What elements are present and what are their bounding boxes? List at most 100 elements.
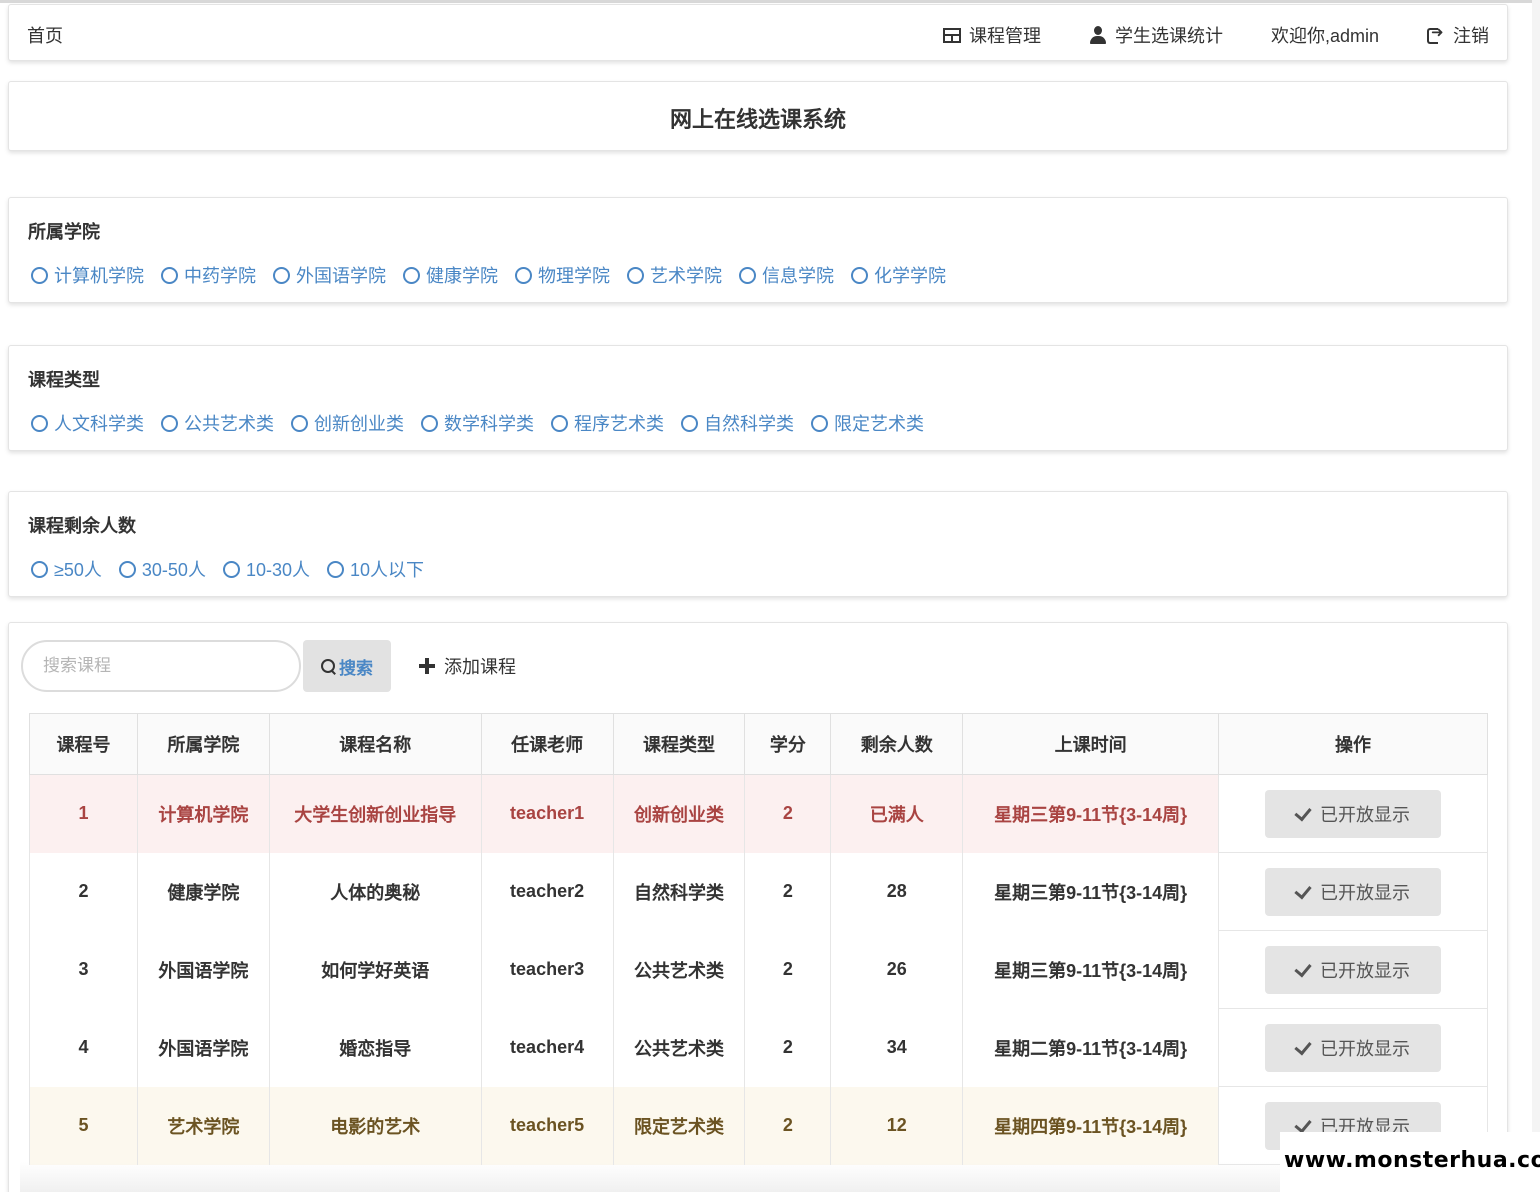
type-option[interactable]: 创新创业类: [291, 410, 404, 436]
cell-action: 已开放显示: [1218, 852, 1488, 931]
type-option-label: 创新创业类: [314, 414, 404, 434]
cell-credit: 2: [744, 1086, 832, 1165]
header-cell: 任课老师: [480, 713, 614, 775]
table-row: 4 外国语学院 婚恋指导 teacher4 公共艺术类 2 34 星期二第9-1…: [29, 1008, 1488, 1087]
user-icon: [1089, 26, 1107, 44]
cell-college: 健康学院: [136, 852, 270, 931]
nav-welcome: 欢迎你,admin: [1271, 22, 1379, 48]
radio-icon[interactable]: [161, 266, 178, 284]
cell-name: 人体的奥秘: [268, 852, 482, 931]
college-option[interactable]: 中药学院: [161, 262, 256, 288]
check-icon: [1296, 1119, 1312, 1132]
add-course-button[interactable]: 添加课程: [419, 653, 516, 679]
cell-type: 创新创业类: [612, 774, 746, 853]
cell-teacher: teacher1: [480, 774, 614, 853]
cell-teacher: teacher3: [480, 930, 614, 1009]
college-option[interactable]: 化学学院: [851, 262, 946, 288]
type-option[interactable]: 限定艺术类: [811, 410, 924, 436]
radio-icon[interactable]: [681, 414, 698, 432]
radio-icon[interactable]: [515, 266, 532, 284]
college-option[interactable]: 艺术学院: [627, 262, 722, 288]
college-option[interactable]: 信息学院: [739, 262, 834, 288]
type-option[interactable]: 人文科学类: [31, 410, 144, 436]
college-filter-panel: 所属学院 计算机学院 中药学院 外国语学院 健康学院 物理学院 艺术学院 信息学…: [8, 197, 1508, 303]
table-row: 1 计算机学院 大学生创新创业指导 teacher1 创新创业类 2 已满人 星…: [29, 774, 1488, 853]
radio-icon[interactable]: [291, 414, 308, 432]
cell-college: 艺术学院: [136, 1086, 270, 1165]
college-option-label: 外国语学院: [296, 266, 386, 286]
college-option[interactable]: 健康学院: [403, 262, 498, 288]
college-option-label: 艺术学院: [650, 266, 722, 286]
cell-college: 计算机学院: [136, 774, 270, 853]
cell-time: 星期三第9-11节{3-14周}: [962, 774, 1220, 853]
radio-icon[interactable]: [31, 414, 48, 432]
cell-credit: 2: [744, 774, 832, 853]
open-display-button[interactable]: 已开放显示: [1265, 945, 1442, 994]
radio-icon[interactable]: [222, 560, 240, 578]
nav-logout[interactable]: 注销: [1427, 22, 1489, 48]
watermark: www.monsterhua.com: [1280, 1132, 1540, 1192]
radio-icon[interactable]: [739, 266, 756, 284]
cell-id: 3: [29, 930, 138, 1009]
course-list-panel: 搜索 添加课程 课程号 所属学院 课程名称 任课老师 课程类型 学分 剩余人数: [8, 622, 1508, 1192]
cell-type: 公共艺术类: [612, 930, 746, 1009]
search-input[interactable]: [21, 640, 301, 692]
type-option[interactable]: 数学科学类: [421, 410, 534, 436]
check-icon: [1296, 963, 1312, 976]
cell-credit: 2: [744, 930, 832, 1009]
search-button[interactable]: 搜索: [303, 640, 391, 692]
remaining-filter-options: ≥50人 30-50人 10-30人 10人以下: [31, 556, 424, 582]
radio-icon[interactable]: [161, 414, 178, 432]
type-option[interactable]: 公共艺术类: [161, 410, 274, 436]
cell-remaining: 已满人: [830, 774, 964, 853]
cell-time: 星期四第9-11节{3-14周}: [962, 1086, 1220, 1165]
remaining-option[interactable]: 10-30人: [222, 556, 310, 582]
radio-icon[interactable]: [273, 266, 290, 284]
search-button-label: 搜索: [339, 658, 373, 678]
remaining-option[interactable]: ≥50人: [31, 556, 102, 582]
scrollbar-track[interactable]: [1532, 0, 1540, 1192]
radio-icon[interactable]: [851, 266, 868, 284]
nav-course-manage[interactable]: 课程管理: [942, 22, 1041, 48]
radio-icon[interactable]: [327, 560, 344, 578]
open-display-button[interactable]: 已开放显示: [1265, 789, 1442, 838]
radio-icon[interactable]: [811, 414, 828, 432]
check-icon: [1296, 1041, 1312, 1054]
page-title: 网上在线选课系统: [669, 107, 846, 132]
college-option[interactable]: 物理学院: [515, 262, 610, 288]
remaining-option[interactable]: 10人以下: [327, 556, 424, 582]
cell-name: 电影的艺术: [268, 1086, 482, 1165]
radio-icon[interactable]: [551, 414, 568, 432]
remaining-option[interactable]: 30-50人: [118, 556, 206, 582]
college-option[interactable]: 外国语学院: [273, 262, 386, 288]
table-icon: [942, 27, 961, 43]
radio-icon[interactable]: [627, 266, 644, 284]
table-row: 3 外国语学院 如何学好英语 teacher3 公共艺术类 2 26 星期三第9…: [29, 930, 1488, 1009]
cell-id: 5: [29, 1086, 138, 1165]
table-row: 2 健康学院 人体的奥秘 teacher2 自然科学类 2 28 星期三第9-1…: [29, 852, 1488, 931]
college-option[interactable]: 计算机学院: [31, 262, 144, 288]
open-display-button[interactable]: 已开放显示: [1265, 1023, 1442, 1072]
remaining-filter-panel: 课程剩余人数 ≥50人 30-50人 10-30人 10人以下: [8, 491, 1508, 597]
cell-teacher: teacher2: [480, 852, 614, 931]
radio-icon[interactable]: [403, 266, 420, 284]
radio-icon[interactable]: [118, 560, 136, 578]
header-cell: 上课时间: [962, 713, 1220, 775]
nav-student-stats[interactable]: 学生选课统计: [1089, 22, 1223, 48]
action-label: 已开放显示: [1320, 804, 1411, 825]
cell-type: 自然科学类: [612, 852, 746, 931]
open-display-button[interactable]: 已开放显示: [1265, 867, 1442, 916]
college-option-label: 信息学院: [762, 266, 834, 286]
nav-home-link[interactable]: 首页: [27, 22, 63, 48]
cell-credit: 2: [744, 1008, 832, 1087]
remaining-filter-label: 课程剩余人数: [28, 516, 136, 536]
remaining-option-label: 30-50人: [141, 560, 206, 580]
type-option[interactable]: 自然科学类: [681, 410, 794, 436]
radio-icon[interactable]: [421, 414, 438, 432]
radio-icon[interactable]: [31, 560, 48, 578]
cell-remaining: 34: [830, 1008, 964, 1087]
college-option-label: 化学学院: [874, 266, 946, 286]
type-option[interactable]: 程序艺术类: [551, 410, 664, 436]
radio-icon[interactable]: [31, 266, 48, 284]
cell-time: 星期三第9-11节{3-14周}: [962, 852, 1220, 931]
